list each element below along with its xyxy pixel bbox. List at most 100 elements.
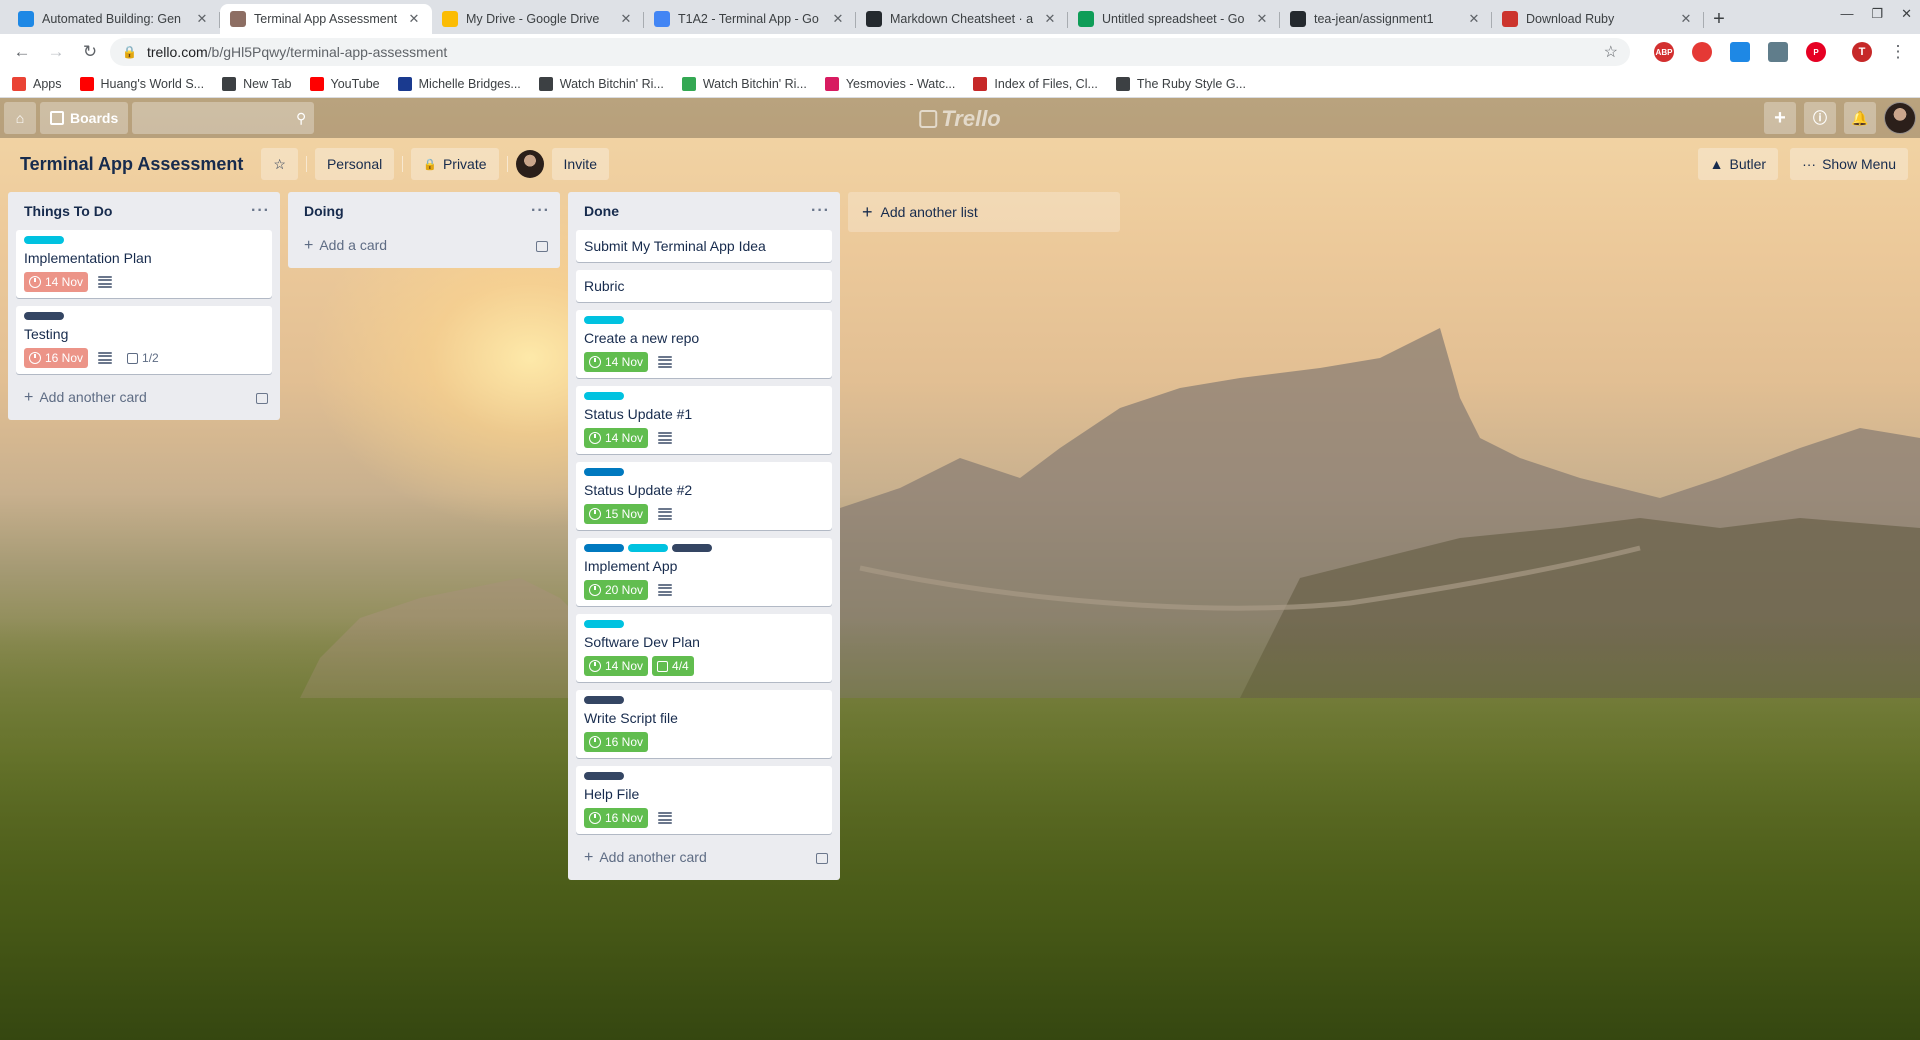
card-label[interactable] [24, 312, 64, 320]
bookmark-item[interactable]: Index of Files, Cl... [973, 76, 1098, 91]
extension-icon[interactable] [1692, 42, 1712, 62]
due-date-badge[interactable]: 14 Nov [584, 656, 649, 676]
list-title[interactable]: Done [584, 203, 619, 219]
card[interactable]: Write Script file 16 Nov [576, 690, 832, 758]
bookmark-item[interactable]: Huang's World S... [79, 76, 204, 91]
card[interactable]: Help File 16 Nov [576, 766, 832, 834]
list-menu-icon[interactable]: ··· [251, 202, 270, 220]
card-label[interactable] [628, 544, 668, 552]
card-label[interactable] [584, 620, 624, 628]
notifications-bell-icon[interactable]: 🔔 [1844, 102, 1876, 134]
minimize-icon[interactable]: — [1840, 6, 1853, 22]
browser-tab[interactable]: Download Ruby ✕ [1492, 4, 1704, 34]
card[interactable]: Rubric [576, 270, 832, 302]
card-template-icon[interactable] [536, 240, 548, 252]
tab-close-icon[interactable]: ✕ [1042, 11, 1058, 27]
card[interactable]: Implementation Plan 14 Nov [16, 230, 272, 298]
browser-menu-icon[interactable]: ⋮ [1884, 38, 1912, 66]
add-card-button[interactable]: + Add another card [568, 842, 840, 874]
star-board-button[interactable]: ☆ [261, 148, 298, 180]
card[interactable]: Implement App 20 Nov [576, 538, 832, 606]
list-header[interactable]: Doing ··· [288, 192, 560, 230]
team-button[interactable]: Personal [314, 148, 395, 180]
due-date-badge[interactable]: 16 Nov [24, 348, 89, 368]
profile-avatar[interactable]: T [1852, 42, 1872, 62]
board-title[interactable]: Terminal App Assessment [12, 154, 251, 175]
list-menu-icon[interactable]: ··· [811, 202, 830, 220]
due-date-badge[interactable]: 15 Nov [584, 504, 649, 524]
due-date-badge[interactable]: 16 Nov [584, 808, 649, 828]
bookmark-item[interactable]: YouTube [309, 76, 380, 91]
card-label[interactable] [24, 236, 64, 244]
address-bar[interactable]: 🔒 trello.com/b/gHl5Pqwy/terminal-app-ass… [110, 38, 1630, 66]
tab-close-icon[interactable]: ✕ [1678, 11, 1694, 27]
tab-close-icon[interactable]: ✕ [830, 11, 846, 27]
visibility-button[interactable]: 🔒 Private [411, 148, 499, 180]
card-template-icon[interactable] [256, 392, 268, 404]
restore-icon[interactable]: ❐ [1871, 6, 1883, 22]
tab-close-icon[interactable]: ✕ [618, 11, 634, 27]
browser-tab[interactable]: Terminal App Assessment ✕ [220, 4, 432, 34]
browser-tab[interactable]: Automated Building: Gen ✕ [8, 4, 220, 34]
due-date-badge[interactable]: 14 Nov [584, 428, 649, 448]
card-label[interactable] [584, 544, 624, 552]
card-label[interactable] [672, 544, 712, 552]
card[interactable]: Submit My Terminal App Idea [576, 230, 832, 262]
list-menu-icon[interactable]: ··· [531, 202, 550, 220]
invite-button[interactable]: Invite [551, 148, 609, 180]
list-header[interactable]: Done ··· [568, 192, 840, 230]
tab-close-icon[interactable]: ✕ [1466, 11, 1482, 27]
butler-button[interactable]: ▲ Butler [1697, 148, 1779, 180]
bookmark-item[interactable]: Apps [12, 76, 62, 91]
card-label[interactable] [584, 468, 624, 476]
add-card-button[interactable]: + Add a card [288, 230, 560, 262]
card-label[interactable] [584, 772, 624, 780]
due-date-badge[interactable]: 20 Nov [584, 580, 649, 600]
browser-tab[interactable]: Untitled spreadsheet - Go ✕ [1068, 4, 1280, 34]
info-icon[interactable]: ⓘ [1804, 102, 1836, 134]
card[interactable]: Status Update #2 15 Nov [576, 462, 832, 530]
user-avatar[interactable] [1884, 102, 1916, 134]
card[interactable]: Software Dev Plan 14 Nov 4/4 [576, 614, 832, 682]
tab-close-icon[interactable]: ✕ [1254, 11, 1270, 27]
tab-close-icon[interactable]: ✕ [406, 11, 422, 27]
new-tab-button[interactable]: + [1704, 4, 1734, 34]
trello-logo[interactable]: Trello [919, 106, 1001, 132]
forward-icon[interactable]: → [42, 38, 70, 66]
adblock-extension-icon[interactable]: ABP [1654, 42, 1674, 62]
card[interactable]: Testing 16 Nov 1/2 [16, 306, 272, 374]
due-date-badge[interactable]: 14 Nov [24, 272, 89, 292]
reload-icon[interactable]: ↻ [76, 38, 104, 66]
card[interactable]: Status Update #1 14 Nov [576, 386, 832, 454]
bookmark-item[interactable]: Yesmovies - Watc... [824, 76, 955, 91]
bookmark-item[interactable]: Michelle Bridges... [397, 76, 521, 91]
close-window-icon[interactable]: ✕ [1901, 6, 1912, 22]
browser-tab[interactable]: tea-jean/assignment1 ✕ [1280, 4, 1492, 34]
bookmark-star-icon[interactable]: ☆ [1604, 42, 1618, 62]
pinterest-extension-icon[interactable]: P [1806, 42, 1826, 62]
back-icon[interactable]: ← [8, 38, 36, 66]
show-menu-button[interactable]: ··· Show Menu [1790, 148, 1908, 180]
card-template-icon[interactable] [816, 852, 828, 864]
bookmark-item[interactable]: The Ruby Style G... [1115, 76, 1246, 91]
bookmark-item[interactable]: Watch Bitchin' Ri... [681, 76, 807, 91]
board-search-input[interactable]: ⚲ [132, 102, 315, 134]
eyedropper-extension-icon[interactable] [1768, 42, 1788, 62]
translate-extension-icon[interactable] [1730, 42, 1750, 62]
create-icon[interactable]: + [1764, 102, 1796, 134]
browser-tab[interactable]: T1A2 - Terminal App - Go ✕ [644, 4, 856, 34]
list-title[interactable]: Doing [304, 203, 344, 219]
list-header[interactable]: Things To Do ··· [8, 192, 280, 230]
card[interactable]: Create a new repo 14 Nov [576, 310, 832, 378]
due-date-badge[interactable]: 14 Nov [584, 352, 649, 372]
boards-button[interactable]: Boards [40, 102, 129, 134]
due-date-badge[interactable]: 16 Nov [584, 732, 649, 752]
add-list-button[interactable]: + Add another list [848, 192, 1120, 232]
browser-tab[interactable]: Markdown Cheatsheet · a ✕ [856, 4, 1068, 34]
tab-close-icon[interactable]: ✕ [194, 11, 210, 27]
add-card-button[interactable]: + Add another card [8, 382, 280, 414]
card-label[interactable] [584, 392, 624, 400]
bookmark-item[interactable]: Watch Bitchin' Ri... [538, 76, 664, 91]
card-label[interactable] [584, 316, 624, 324]
list-title[interactable]: Things To Do [24, 203, 112, 219]
